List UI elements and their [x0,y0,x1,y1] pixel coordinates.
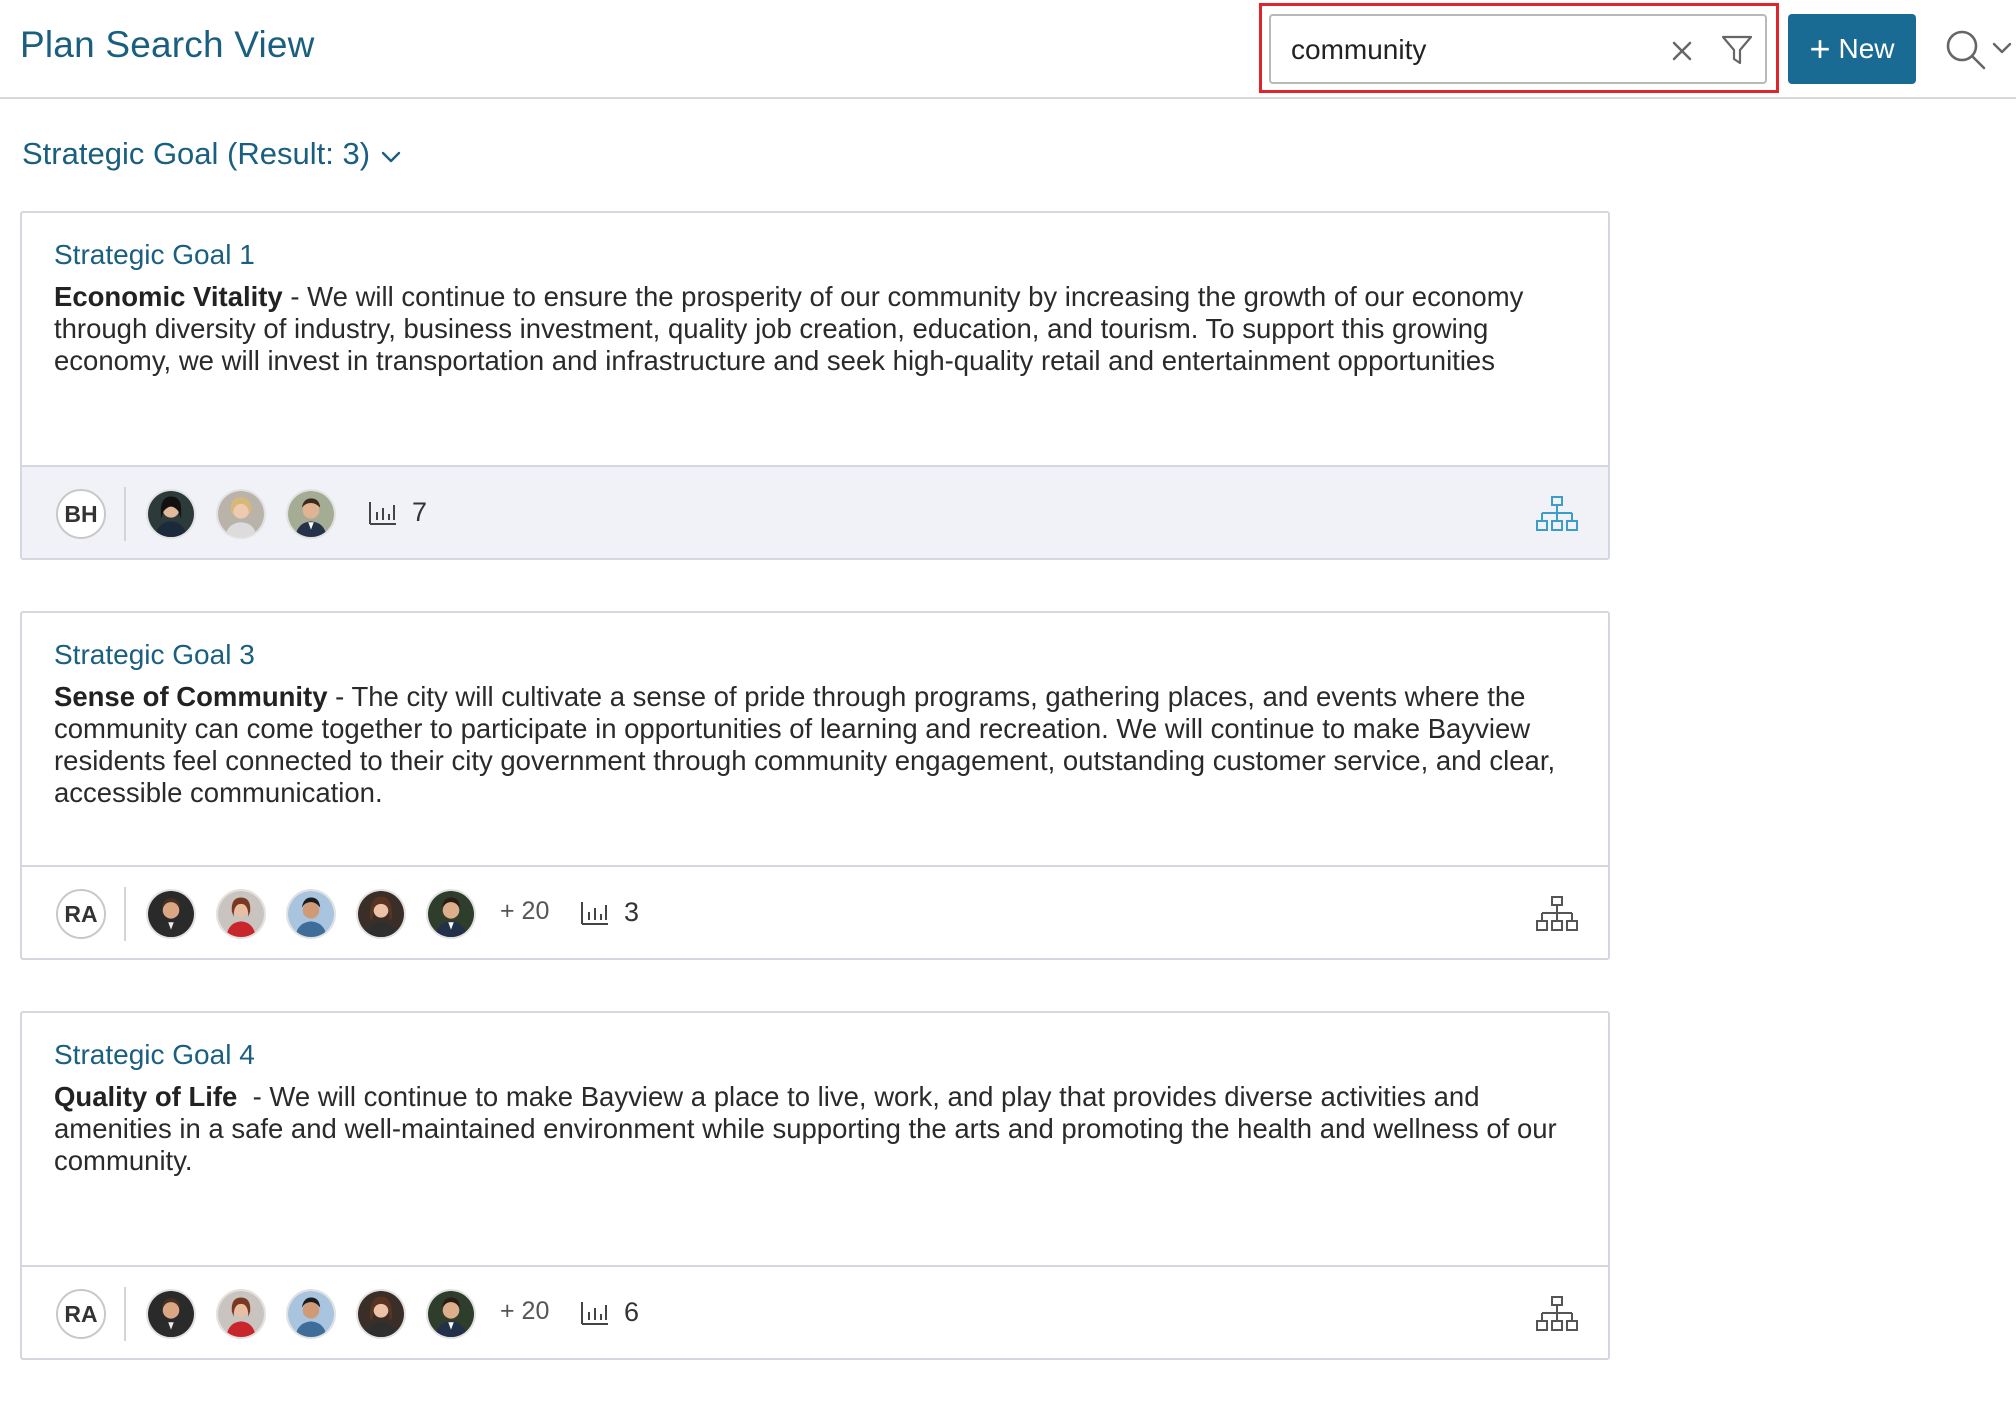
search-input[interactable] [1291,30,1651,70]
avatar[interactable] [356,1289,406,1339]
avatar[interactable] [146,1289,196,1339]
filter-icon[interactable] [1719,32,1755,68]
goal-name: Sense of Community [54,681,328,712]
goal-name: Economic Vitality [54,281,283,312]
more-members-count[interactable]: + 20 [500,1297,549,1326]
chevron-down-icon [381,151,401,163]
metric-count-value: 3 [624,897,640,927]
new-button-label: New [1838,33,1895,64]
metric-count[interactable]: 3 [580,897,639,928]
section-heading-toggle[interactable]: Strategic Goal (Result: 3) [22,136,402,172]
more-members-count[interactable]: + 20 [500,897,549,926]
card-body: Strategic Goal 1 Economic Vitality - We … [22,213,1608,377]
card-footer: BH 7 [22,465,1608,558]
goal-name: Quality of Life [54,1081,238,1112]
search-dropdown-icon[interactable] [1942,26,2014,74]
avatar[interactable] [286,489,336,539]
card-title-link[interactable]: Strategic Goal 4 [54,1039,255,1071]
bar-chart-icon [369,501,396,525]
avatar[interactable] [146,489,196,539]
avatar[interactable] [146,889,196,939]
card-description: Economic Vitality - We will continue to … [54,281,1576,377]
footer-divider [124,1287,126,1341]
search-box[interactable] [1269,14,1767,84]
card-description: Sense of Community - The city will culti… [54,681,1576,809]
card-title-link[interactable]: Strategic Goal 1 [54,239,255,271]
owner-badge[interactable]: RA [56,889,106,939]
card-description: Quality of Life - We will continue to ma… [54,1081,1576,1177]
metric-count-value: 6 [624,1297,640,1327]
avatar[interactable] [426,889,476,939]
card-body: Strategic Goal 3 Sense of Community - Th… [22,613,1608,809]
plus-icon: + [1809,28,1831,69]
avatar[interactable] [356,889,406,939]
avatar[interactable] [286,889,336,939]
avatar[interactable] [216,889,266,939]
page-title: Plan Search View [20,24,315,65]
card-footer: RA + 20 3 [22,865,1608,958]
clear-icon[interactable] [1667,36,1697,66]
metric-count-value: 7 [412,497,428,527]
hierarchy-icon[interactable] [1536,1295,1578,1333]
card-title-link[interactable]: Strategic Goal 3 [54,639,255,671]
header-bar: Plan Search View + New [0,0,2016,99]
owner-badge[interactable]: BH [56,489,106,539]
avatar[interactable] [216,1289,266,1339]
bar-chart-icon [581,901,608,925]
goal-card: Strategic Goal 4 Quality of Life - We wi… [20,1011,1610,1360]
avatar[interactable] [426,1289,476,1339]
footer-divider [124,487,126,541]
section-heading-label: Strategic Goal (Result: 3) [22,136,371,171]
card-footer: RA + 20 6 [22,1265,1608,1358]
footer-divider [124,887,126,941]
owner-badge[interactable]: RA [56,1289,106,1339]
new-button[interactable]: + New [1788,14,1916,84]
goal-description: - We will continue to make Bayview a pla… [54,1081,1565,1176]
avatar[interactable] [216,489,266,539]
goal-card: Strategic Goal 3 Sense of Community - Th… [20,611,1610,960]
metric-count[interactable]: 7 [368,497,427,528]
bar-chart-icon [581,1301,608,1325]
hierarchy-icon[interactable] [1536,495,1578,533]
card-body: Strategic Goal 4 Quality of Life - We wi… [22,1013,1608,1177]
goal-card: Strategic Goal 1 Economic Vitality - We … [20,211,1610,560]
hierarchy-icon[interactable] [1536,895,1578,933]
metric-count[interactable]: 6 [580,1297,639,1328]
avatar[interactable] [286,1289,336,1339]
